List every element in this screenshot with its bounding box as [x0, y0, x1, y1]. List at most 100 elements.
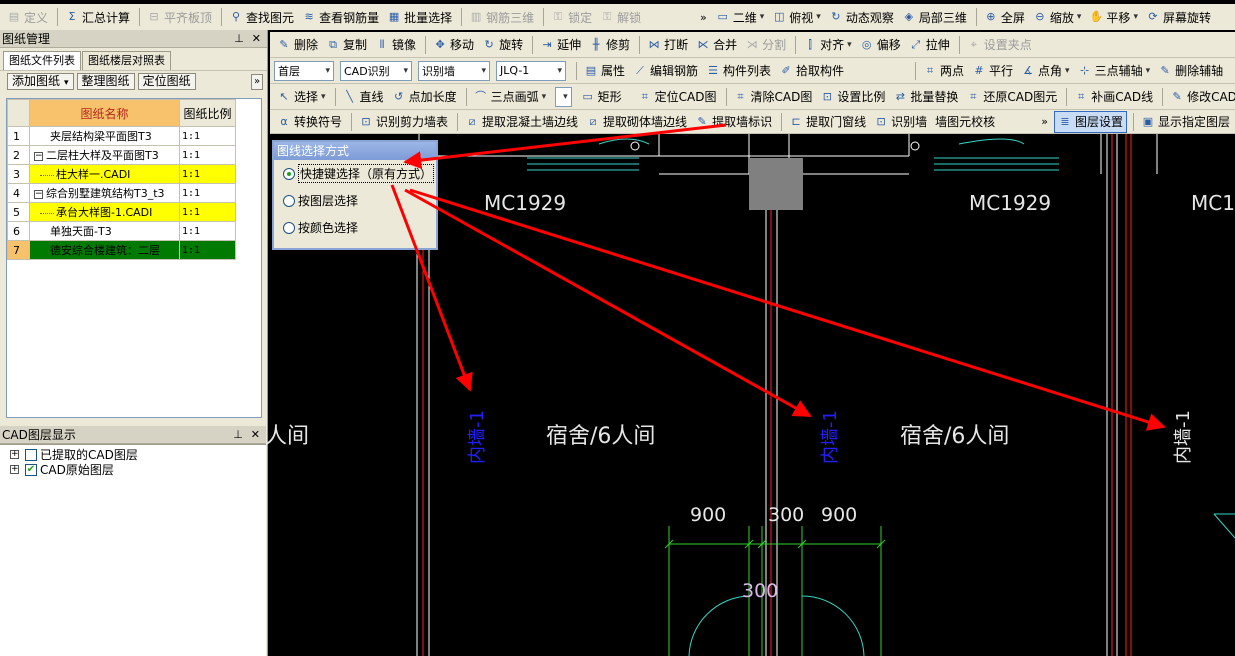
table-row[interactable]: 1 夹层结构梁平面图T3 1:1 [7, 126, 236, 146]
drawing-name-cell[interactable]: − 二层柱大样及平面图T3 [29, 145, 180, 165]
delete-axis-button[interactable]: ✎ 删除辅轴 [1155, 60, 1226, 82]
convert-symbol-button[interactable]: ⍺ 转换符号 [274, 111, 345, 133]
modify-cad-button[interactable]: ✎ 修改CAD [1167, 86, 1235, 108]
option-color-select[interactable]: 按颜色选择 [274, 214, 436, 241]
table-row[interactable]: 7 德安综合楼建筑：二层 1:1 [7, 240, 236, 260]
draw-cad-line-button[interactable]: ⌗ 补画CAD线 [1071, 86, 1156, 108]
2d-button[interactable]: ▭ 二维 [713, 6, 768, 28]
radio-shortcut[interactable] [283, 167, 295, 180]
drawing-scale-cell[interactable]: 1:1 [179, 202, 236, 222]
rotate-button[interactable]: ↻ 旋转 [479, 34, 526, 56]
layer-item-original[interactable]: + ✔ CAD原始图层 [0, 462, 266, 477]
fullscreen-button[interactable]: ⊕ 全屏 [981, 6, 1028, 28]
panel-overflow-icon[interactable]: » [251, 73, 263, 90]
header-name[interactable]: 图纸名称 [29, 99, 180, 127]
expand-icon[interactable]: + [10, 465, 19, 474]
select-arrow-button[interactable]: ↖ 选择 [274, 86, 329, 108]
trim-button[interactable]: ╫ 修剪 [586, 34, 633, 56]
sum-button[interactable]: Σ 汇总计算 [62, 6, 133, 28]
restore-cad-button[interactable]: ⌗ 还原CAD图元 [963, 86, 1060, 108]
three-point-arc-button[interactable]: ⌒ 三点画弧 [471, 86, 550, 108]
option-layer-select[interactable]: 按图层选择 [274, 187, 436, 214]
locate-cad-button[interactable]: ⌗ 定位CAD图 [635, 86, 720, 108]
radio-layer[interactable] [283, 194, 295, 207]
align-slab-button[interactable]: ⊟ 平齐板顶 [144, 6, 215, 28]
table-row[interactable]: 2− 二层柱大样及平面图T3 1:1 [7, 145, 236, 165]
view-rebar-button[interactable]: ≋ 查看钢筋量 [299, 6, 382, 28]
floor-select[interactable]: 首层 [274, 60, 334, 81]
drawing-name-cell[interactable]: 德安综合楼建筑：二层 [29, 240, 180, 260]
pan-hand-button[interactable]: ✋ 平移 [1086, 6, 1141, 28]
align-button[interactable]: ⫿ 对齐 [800, 34, 855, 56]
show-layer-button[interactable]: ▣ 显示指定图层 [1138, 111, 1233, 133]
wall-type-select[interactable]: JLQ-1 [496, 60, 566, 81]
line-button[interactable]: ╲ 直线 [340, 86, 387, 108]
layer-settings-button[interactable]: ≣ 图层设置 [1053, 110, 1127, 133]
recognize-wall-select[interactable]: 识别墙 [418, 60, 490, 81]
drawing-name-cell[interactable]: − 综合别墅建筑结构T3_t3 [29, 183, 180, 203]
extract-concrete-wall-button[interactable]: ⧄ 提取混凝土墙边线 [462, 111, 581, 133]
add-drawing-button[interactable]: 添加图纸 [7, 73, 74, 90]
tab-drawing-list[interactable]: 图纸文件列表 [3, 51, 81, 70]
draw-mode-select[interactable] [555, 86, 572, 107]
mirror-button[interactable]: ⫴ 镜像 [372, 34, 419, 56]
extract-door-window-button[interactable]: ⊏ 提取门窗线 [786, 111, 869, 133]
merge-button[interactable]: ⋉ 合并 [693, 34, 740, 56]
drawing-scale-cell[interactable]: 1:1 [179, 221, 236, 241]
stretch-button[interactable]: ⤢ 拉伸 [906, 34, 953, 56]
break-button[interactable]: ⋈ 打断 [644, 34, 691, 56]
option-shortcut-select[interactable]: 快捷键选择（原有方式） [274, 160, 436, 187]
organize-drawing-button[interactable]: 整理图纸 [76, 73, 135, 90]
collapse-icon[interactable]: − [34, 151, 43, 161]
recognize-wall-button[interactable]: ⊡ 识别墙 [871, 111, 930, 133]
drawing-scale-cell[interactable]: 1:1 [179, 145, 236, 165]
extend-button[interactable]: ⇥ 延伸 [537, 34, 584, 56]
delete-button[interactable]: ✎ 删除 [274, 34, 321, 56]
define-button[interactable]: ▤ 定义 [4, 6, 51, 28]
parallel-button[interactable]: # 平行 [969, 60, 1016, 82]
two-point-button[interactable]: ⌗ 两点 [920, 60, 967, 82]
top-view-button[interactable]: ◫ 俯视 [769, 6, 824, 28]
table-row[interactable]: 6 单独天面-T3 1:1 [7, 221, 236, 241]
pick-component-button[interactable]: ✐ 拾取构件 [776, 60, 847, 82]
rebar-3d-button[interactable]: ▥ 钢筋三维 [466, 6, 537, 28]
find-binoculars-button[interactable]: ⚲ 查找图元 [226, 6, 297, 28]
tab-floor-mapping[interactable]: 图纸楼层对照表 [82, 51, 171, 70]
pin-icon[interactable]: ⊥ [234, 32, 244, 45]
cad-recognize-select[interactable]: CAD识别 [340, 60, 412, 81]
rectangle-button[interactable]: ▭ 矩形 [578, 86, 625, 108]
unlock-button[interactable]: ⚿ 解锁 [597, 6, 644, 28]
drawing-scale-cell[interactable]: 1:1 [179, 126, 236, 146]
local-3d-button[interactable]: ◈ 局部三维 [899, 6, 970, 28]
rotate-screen-button[interactable]: ⟳ 屏幕旋转 [1143, 6, 1214, 28]
drawing-scale-cell[interactable]: 1:1 [179, 183, 236, 203]
layer-item-extracted[interactable]: + 已提取的CAD图层 [0, 447, 266, 462]
drawing-name-cell[interactable]: 承台大样图-1.CADI [29, 202, 180, 222]
toolbar-overflow-icon[interactable]: » [1041, 115, 1048, 128]
split-button[interactable]: ⋊ 分割 [742, 34, 789, 56]
batch-select-button[interactable]: ▦ 批量选择 [384, 6, 455, 28]
toolbar-overflow-icon[interactable]: » [700, 11, 707, 24]
drawing-scale-cell[interactable]: 1:1 [179, 240, 236, 260]
table-row[interactable]: 4− 综合别墅建筑结构T3_t3 1:1 [7, 183, 236, 203]
move-button[interactable]: ✥ 移动 [430, 34, 477, 56]
table-row[interactable]: 5 承台大样图-1.CADI 1:1 [7, 202, 236, 222]
tool-button[interactable]: 墙图元校核 [932, 111, 998, 133]
edit-rebar-button[interactable]: ⟋ 编辑钢筋 [630, 60, 701, 82]
properties-button[interactable]: ▤ 属性 [581, 60, 628, 82]
table-row[interactable]: 3 柱大样一.CADI 1:1 [7, 164, 236, 184]
copy-button[interactable]: ⧉ 复制 [323, 34, 370, 56]
checkbox-extracted[interactable] [25, 448, 37, 461]
zoom-button[interactable]: ⊖ 缩放 [1030, 6, 1085, 28]
batch-replace-button[interactable]: ⇄ 批量替换 [890, 86, 961, 108]
header-scale[interactable]: 图纸比例 [179, 99, 236, 127]
close-icon[interactable]: ✕ [251, 428, 260, 441]
extract-wall-label-button[interactable]: ✎ 提取墙标识 [692, 111, 775, 133]
extract-masonry-wall-button[interactable]: ⧄ 提取砌体墙边线 [583, 111, 690, 133]
clear-cad-button[interactable]: ⌗ 清除CAD图 [731, 86, 816, 108]
expand-icon[interactable]: + [10, 450, 19, 459]
point-angle-button[interactable]: ∡ 点角 [1018, 60, 1073, 82]
component-list-button[interactable]: ☰ 构件列表 [703, 60, 774, 82]
drawing-scale-cell[interactable]: 1:1 [179, 164, 236, 184]
checkbox-original[interactable]: ✔ [25, 463, 37, 476]
